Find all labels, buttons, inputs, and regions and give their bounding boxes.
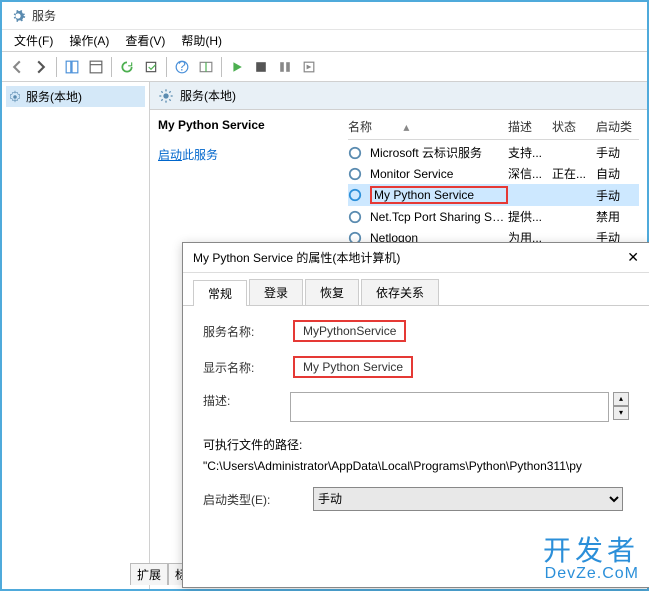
scroll-buttons: ▴ ▾ [613,392,629,420]
service-name-label: 服务名称: [203,323,293,340]
startup-type-select[interactable]: 手动 [313,487,623,511]
col-name[interactable]: 名称 ▴ [348,118,508,135]
window-title: 服务 [32,7,56,24]
description-textarea[interactable] [290,392,609,422]
services-icon [10,8,26,24]
refresh-button[interactable] [116,56,138,78]
service-name-row: 服务名称: MyPythonService [203,320,629,342]
service-row[interactable]: Monitor Service 深信... 正在... 自动 [348,163,639,184]
separator [56,57,57,77]
gear-icon [158,88,174,104]
service-name: Net.Tcp Port Sharing Ser... [370,210,508,224]
detail-title: My Python Service [158,118,348,132]
description-label: 描述: [203,392,290,409]
service-desc: 提供... [508,208,552,225]
action-button[interactable] [195,56,217,78]
properties-dialog: My Python Service 的属性(本地计算机) ✕ 常规 登录 恢复 … [182,242,649,588]
col-start[interactable]: 启动类 [596,118,636,135]
service-start: 手动 [596,144,636,161]
service-start: 禁用 [596,208,636,225]
tree-root-label: 服务(本地) [26,88,82,105]
display-name-label: 显示名称: [203,359,293,376]
gear-icon [348,210,362,224]
gear-icon [8,90,22,104]
tab-extended[interactable]: 扩展 [130,563,168,585]
close-button[interactable]: ✕ [619,249,639,266]
service-name: My Python Service [370,186,508,204]
tab-recovery[interactable]: 恢复 [305,279,359,305]
separator [166,57,167,77]
forward-button[interactable] [30,56,52,78]
scroll-up-icon[interactable]: ▴ [613,392,629,406]
service-start: 自动 [596,165,636,182]
service-name: Monitor Service [370,167,508,181]
col-status[interactable]: 状态 [552,118,596,135]
dialog-titlebar: My Python Service 的属性(本地计算机) ✕ [183,243,649,273]
service-desc: 深信... [508,165,552,182]
description-row: 描述: ▴ ▾ [203,392,629,422]
dialog-tabs: 常规 登录 恢复 依存关系 [183,273,649,306]
gear-icon [348,167,362,181]
back-button[interactable] [6,56,28,78]
service-row[interactable]: Net.Tcp Port Sharing Ser... 提供... 禁用 [348,206,639,227]
window-titlebar: 服务 [2,2,647,30]
gear-icon [348,146,362,160]
scroll-down-icon[interactable]: ▾ [613,406,629,420]
menu-action[interactable]: 操作(A) [61,30,117,51]
col-desc[interactable]: 描述 [508,118,552,135]
tree-root-services[interactable]: 服务(本地) [6,86,145,107]
detail-action: 启动此服务 [158,146,348,163]
tree-panel: 服务(本地) [2,82,150,589]
service-row[interactable]: Microsoft 云标识服务 支持... 手动 [348,142,639,163]
tab-general[interactable]: 常规 [193,280,247,306]
service-row-selected[interactable]: My Python Service 手动 [348,184,639,206]
path-label: 可执行文件的路径: [203,436,629,453]
svg-text:?: ? [178,60,186,74]
menu-view[interactable]: 查看(V) [117,30,173,51]
content-header: 服务(本地) [150,82,647,110]
service-desc: 支持... [508,144,552,161]
separator [221,57,222,77]
restart-service-button[interactable] [298,56,320,78]
gear-icon [348,188,362,202]
tab-logon[interactable]: 登录 [249,279,303,305]
stop-service-button[interactable] [250,56,272,78]
properties-button[interactable] [85,56,107,78]
menu-file[interactable]: 文件(F) [6,30,61,51]
service-start: 手动 [596,187,636,204]
display-name-value: My Python Service [293,356,413,378]
start-suffix: 此服务 [182,148,218,162]
sort-asc-icon: ▴ [403,120,409,134]
startup-row: 启动类型(E): 手动 [203,487,629,511]
help-button[interactable]: ? [171,56,193,78]
dialog-title: My Python Service 的属性(本地计算机) [193,249,400,266]
start-link[interactable]: 启动 [158,148,182,162]
menu-help[interactable]: 帮助(H) [173,30,230,51]
menubar: 文件(F) 操作(A) 查看(V) 帮助(H) [2,30,647,52]
pause-service-button[interactable] [274,56,296,78]
service-name: Microsoft 云标识服务 [370,144,508,161]
tab-dependencies[interactable]: 依存关系 [361,279,439,305]
service-name-value: MyPythonService [293,320,406,342]
list-header: 名称 ▴ 描述 状态 启动类 [348,118,639,140]
toolbar: ? [2,52,647,82]
start-service-button[interactable] [226,56,248,78]
service-status: 正在... [552,165,596,182]
show-hide-button[interactable] [61,56,83,78]
content-header-label: 服务(本地) [180,87,236,104]
path-value: "C:\Users\Administrator\AppData\Local\Pr… [203,459,629,473]
separator [111,57,112,77]
export-button[interactable] [140,56,162,78]
startup-label: 启动类型(E): [203,491,313,508]
display-name-row: 显示名称: My Python Service [203,356,629,378]
dialog-body: 服务名称: MyPythonService 显示名称: My Python Se… [183,306,649,539]
